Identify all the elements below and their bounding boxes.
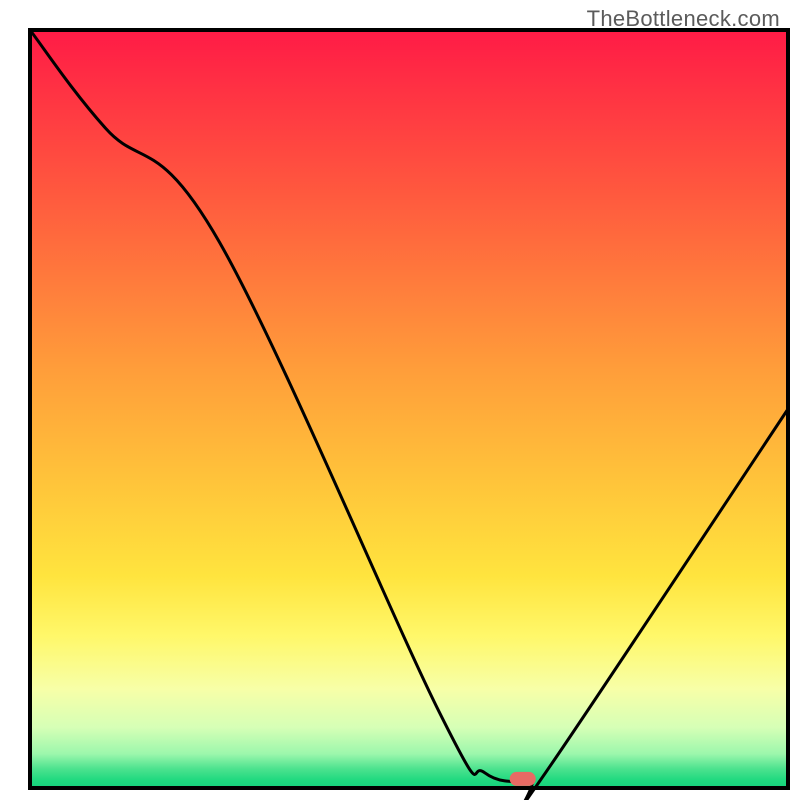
optimal-marker (510, 772, 536, 786)
chart-svg (0, 0, 800, 800)
chart-background (30, 30, 788, 788)
watermark-text: TheBottleneck.com (587, 6, 780, 32)
bottleneck-chart (0, 0, 800, 800)
